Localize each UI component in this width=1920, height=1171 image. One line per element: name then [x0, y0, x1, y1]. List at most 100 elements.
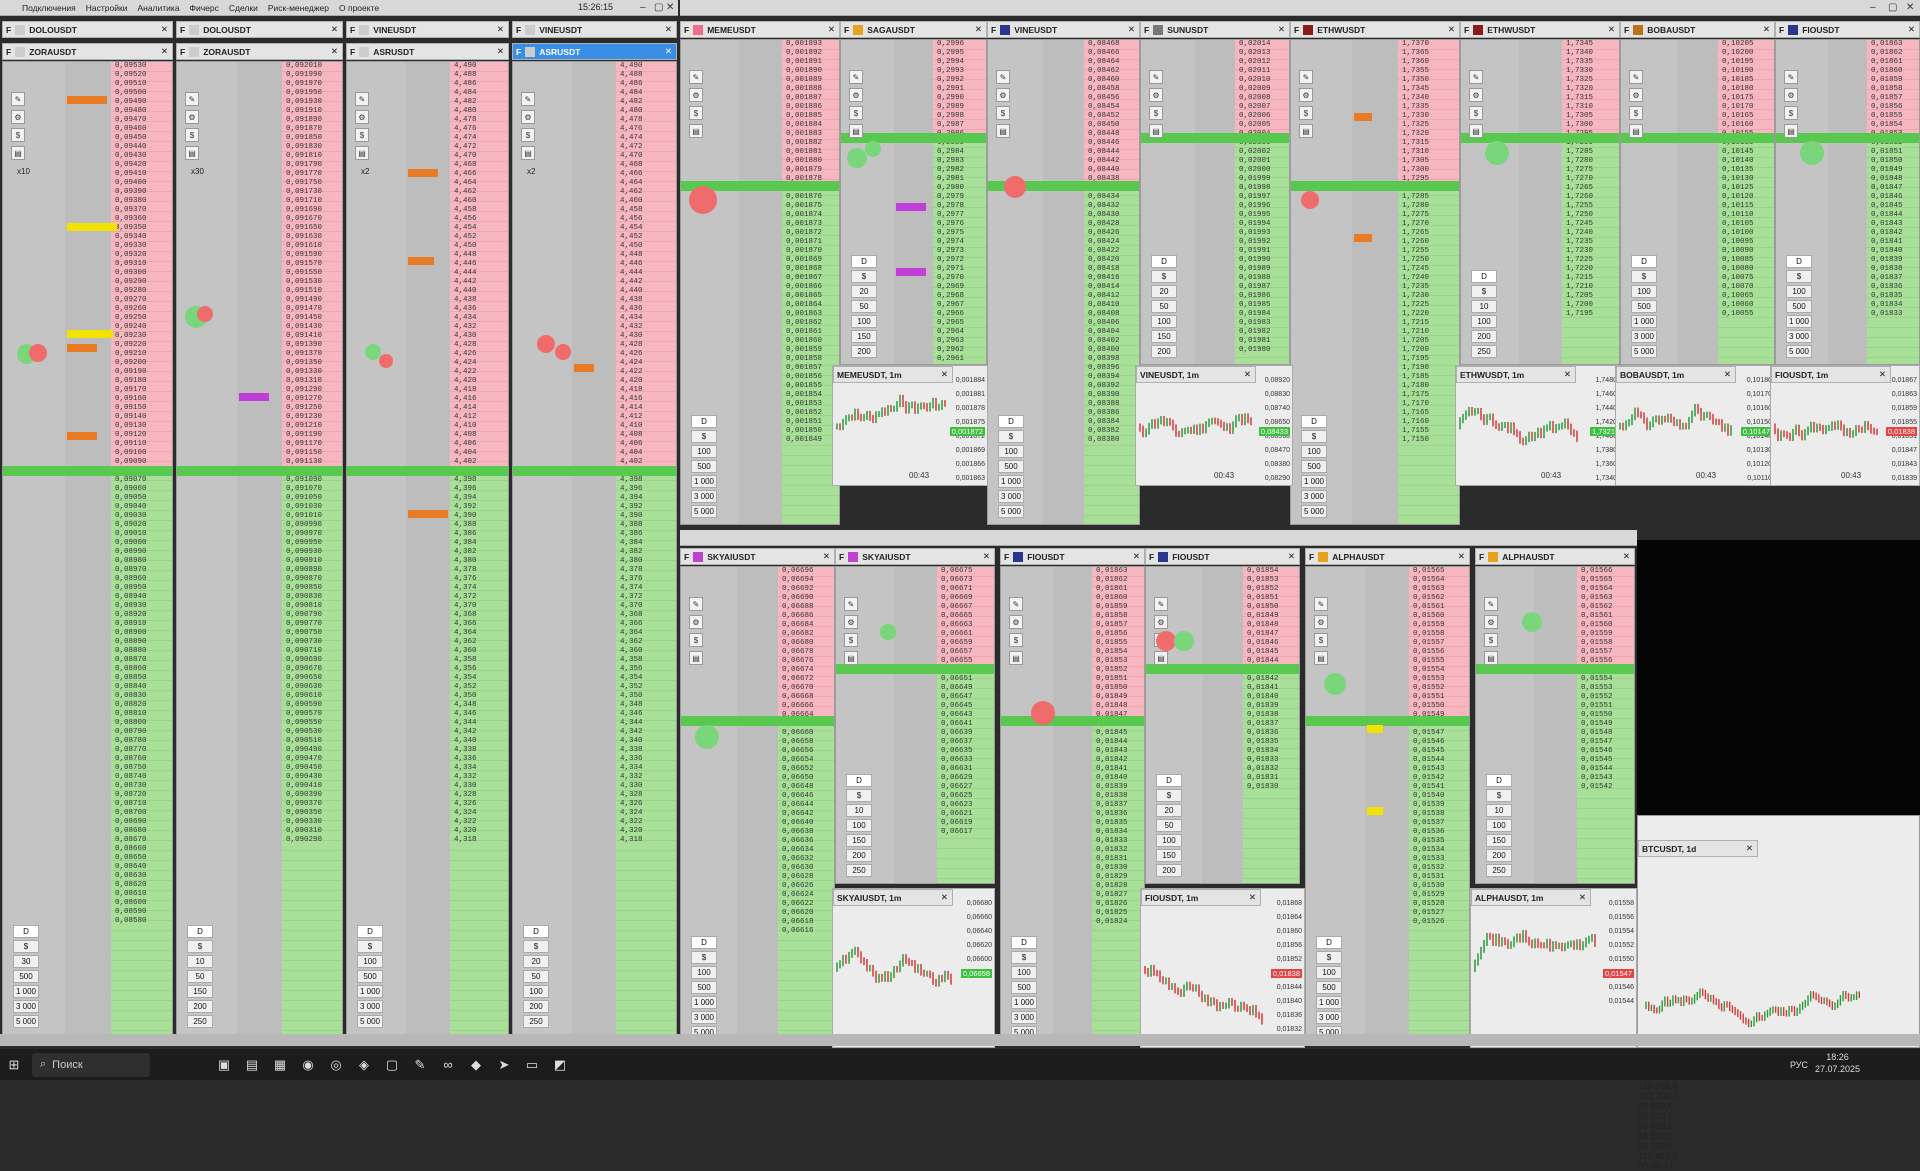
size-button[interactable]: 100 — [846, 819, 872, 832]
chrome-icon[interactable]: ◎ — [322, 1054, 350, 1076]
taskbar-search[interactable]: ⌕ Поиск — [32, 1052, 150, 1077]
settings-icon[interactable]: ⚙ — [1469, 88, 1483, 102]
size-dropdown[interactable]: D — [846, 774, 872, 787]
size-dropdown[interactable]: D — [1631, 255, 1657, 268]
ruler-icon[interactable]: ✎ — [11, 92, 25, 106]
size-button[interactable]: 500 — [691, 460, 717, 473]
size-button[interactable]: 100 — [523, 985, 549, 998]
dollar-icon[interactable]: $ — [1009, 633, 1023, 647]
close-icon[interactable]: ✕ — [975, 24, 982, 35]
layers-icon[interactable]: ▤ — [11, 146, 25, 160]
size-button[interactable]: 200 — [1471, 330, 1497, 343]
settings-icon[interactable]: ⚙ — [1299, 88, 1313, 102]
dollar-icon[interactable]: $ — [1299, 106, 1313, 120]
size-button[interactable]: 1 000 — [1316, 996, 1342, 1009]
upper-tab[interactable]: F BOBAUSDT ✕ — [1620, 21, 1775, 38]
close-icon[interactable]: ✕ — [1249, 892, 1256, 903]
discord-icon[interactable]: ◉ — [294, 1054, 322, 1076]
size-dropdown[interactable]: D — [1301, 415, 1327, 428]
size-dropdown[interactable]: D — [357, 925, 383, 938]
layers-icon[interactable]: ▤ — [355, 146, 369, 160]
fio-chart-tab[interactable]: FIOUSDT, 1m ✕ — [1771, 366, 1891, 383]
size-button[interactable]: 20 — [1151, 285, 1177, 298]
size-button[interactable]: $ — [523, 940, 549, 953]
size-dropdown[interactable]: D — [1486, 774, 1512, 787]
size-button[interactable]: 500 — [998, 460, 1024, 473]
col-top-tab[interactable]: F VINEUSDT ✕ — [346, 21, 509, 38]
dollar-icon[interactable]: $ — [1314, 633, 1328, 647]
size-button[interactable]: 5 000 — [1786, 345, 1812, 358]
settings-icon[interactable]: ⚙ — [1154, 615, 1168, 629]
editor-icon[interactable]: ✎ — [406, 1054, 434, 1076]
close-icon[interactable]: ✕ — [1458, 551, 1465, 562]
upper4-orderbook[interactable]: 1,7370 1,7365 1,7360 1,7355 1,7350 1,734… — [1290, 39, 1460, 525]
windows-start-icon[interactable]: ⊞ — [0, 1054, 28, 1076]
ethw-chart[interactable]: 1,7480 1,7460 1,7440 1,7420 1,7400 1,7380 1,73… — [1455, 365, 1620, 486]
col0-orderbook[interactable]: 0,09530 0,09520 0,09510 0,09500 0,09490 … — [2, 61, 173, 1035]
size-dropdown[interactable]: D — [13, 925, 39, 938]
language-indicator[interactable]: РУС — [1790, 1060, 1808, 1070]
size-button[interactable]: 50 — [523, 970, 549, 983]
size-button[interactable]: 10 — [1471, 300, 1497, 313]
close-icon[interactable]: ✕ — [1579, 892, 1586, 903]
upper1-orderbook[interactable]: 0,2996 0,2995 0,2994 0,2993 0,2992 0,299… — [840, 39, 987, 365]
close-icon[interactable]: ✕ — [1133, 551, 1140, 562]
layers-icon[interactable]: ▤ — [849, 124, 863, 138]
settings-icon[interactable]: ⚙ — [521, 110, 535, 124]
size-button[interactable]: 20 — [851, 285, 877, 298]
close-icon[interactable]: ✕ — [1608, 24, 1615, 35]
lower-tab[interactable]: F FIOUSDT ✕ — [1145, 548, 1300, 565]
close-icon[interactable]: ✕ — [983, 551, 990, 562]
skyai-chart-tab[interactable]: SKYAIUSDT, 1m ✕ — [833, 889, 953, 906]
ruler-icon[interactable]: ✎ — [1469, 70, 1483, 84]
lower-tab[interactable]: F ALPHAUSDT ✕ — [1305, 548, 1470, 565]
close-icon[interactable]: ✕ — [823, 551, 830, 562]
menu-item[interactable]: Подключения — [22, 3, 76, 13]
settings-icon[interactable]: ⚙ — [689, 88, 703, 102]
layers-icon[interactable]: ▤ — [689, 124, 703, 138]
size-button[interactable]: 5 000 — [1631, 345, 1657, 358]
col1-orderbook[interactable]: 0,092010 0,091990 0,091970 0,091950 0,09… — [176, 61, 343, 1035]
layers-icon[interactable]: ▤ — [1299, 124, 1313, 138]
size-button[interactable]: 200 — [1156, 864, 1182, 877]
close-icon[interactable]: ✕ — [1564, 369, 1571, 380]
size-dropdown[interactable]: D — [691, 415, 717, 428]
skyai-chart[interactable]: 0,066800,066600,066400,066200,066000,065… — [832, 888, 995, 1048]
settings-icon[interactable]: ⚙ — [185, 110, 199, 124]
size-button[interactable]: 1 000 — [13, 985, 39, 998]
size-button[interactable]: 500 — [1301, 460, 1327, 473]
lower4-orderbook[interactable]: 0,01565 0,01564 0,01563 0,01562 0,01561 … — [1305, 566, 1470, 1046]
upper0-orderbook[interactable]: 0,001893 0,001892 0,001891 0,001890 0,00… — [680, 39, 840, 525]
close-icon[interactable]: ✕ — [665, 46, 672, 57]
layers-icon[interactable]: ▤ — [1629, 124, 1643, 138]
dollar-icon[interactable]: $ — [1149, 106, 1163, 120]
size-button[interactable]: 500 — [1786, 300, 1812, 313]
upper-tab[interactable]: F VINEUSDT ✕ — [987, 21, 1140, 38]
size-button[interactable]: 3 000 — [1316, 1011, 1342, 1024]
size-dropdown[interactable]: D — [187, 925, 213, 938]
size-button[interactable]: 200 — [523, 1000, 549, 1013]
ethw-chart-tab[interactable]: ETHWUSDT, 1m ✕ — [1456, 366, 1576, 383]
lower-tab[interactable]: F SKYAIUSDT ✕ — [680, 548, 835, 565]
dollar-icon[interactable]: $ — [996, 106, 1010, 120]
size-button[interactable]: 1 000 — [1301, 475, 1327, 488]
vine-chart[interactable]: 0,08920 0,08830 0,08740 0,08650 0,08560 0,084… — [1135, 365, 1293, 486]
size-button[interactable]: 100 — [998, 445, 1024, 458]
ruler-icon[interactable]: ✎ — [1484, 597, 1498, 611]
meme-chart[interactable]: 0,001884 0,001881 0,001878 0,001875 0,001872… — [832, 365, 988, 486]
size-button[interactable]: 5 000 — [998, 505, 1024, 518]
menu-item[interactable]: Риск-менеджер — [268, 3, 329, 13]
size-button[interactable]: 250 — [187, 1015, 213, 1028]
vine-chart-tab[interactable]: VINEUSDT, 1m ✕ — [1136, 366, 1256, 383]
close-icon[interactable]: ✕ — [1278, 24, 1285, 35]
size-button[interactable]: $ — [1151, 270, 1177, 283]
size-button[interactable]: 3 000 — [691, 1011, 717, 1024]
settings-icon[interactable]: ⚙ — [1629, 88, 1643, 102]
size-dropdown[interactable]: D — [691, 936, 717, 949]
close-icon[interactable]: ✕ — [1128, 24, 1135, 35]
size-button[interactable]: $ — [851, 270, 877, 283]
close-icon[interactable]: ✕ — [497, 24, 504, 35]
size-button[interactable]: $ — [1156, 789, 1182, 802]
size-dropdown[interactable]: D — [1316, 936, 1342, 949]
maximize-button-2[interactable]: ▢ — [1888, 2, 1897, 13]
